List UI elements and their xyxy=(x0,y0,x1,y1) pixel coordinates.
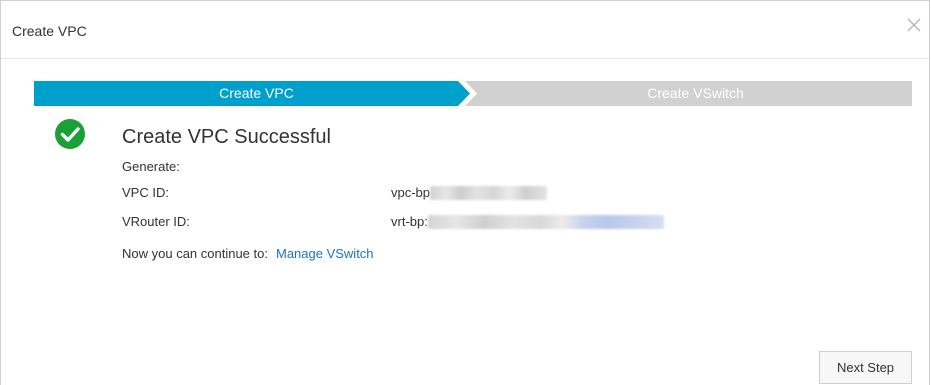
dialog-header: Create VPC xyxy=(1,1,929,59)
success-title: Create VPC Successful xyxy=(122,126,331,148)
continue-text: Now you can continue to: xyxy=(122,246,268,261)
manage-vswitch-link[interactable]: Manage VSwitch xyxy=(276,246,374,261)
vpc-id-prefix: vpc-bp xyxy=(391,185,431,200)
continue-row: Now you can continue to: Manage VSwitch xyxy=(122,246,374,261)
step-create-vpc: Create VPC xyxy=(219,85,294,101)
redacted-vpc-id xyxy=(430,185,548,200)
vrouter-id-label: VRouter ID: xyxy=(122,214,190,229)
vpc-id-value: vpc-bp xyxy=(391,185,548,201)
step-create-vswitch: Create VSwitch xyxy=(647,85,744,101)
generate-label: Generate: xyxy=(122,159,180,174)
step-progress-bar: Create VPC Create VSwitch xyxy=(34,81,912,106)
create-vpc-dialog: Create VPC Create VPC Create VSwitch Cre… xyxy=(0,0,930,385)
check-circle-icon xyxy=(54,118,86,150)
vrouter-id-value: vrt-bp: xyxy=(391,214,664,230)
redacted-vrouter-id xyxy=(427,214,664,229)
dialog-title: Create VPC xyxy=(12,23,87,39)
vrouter-id-prefix: vrt-bp: xyxy=(391,214,428,229)
next-step-button[interactable]: Next Step xyxy=(819,351,912,384)
close-icon[interactable] xyxy=(903,14,925,36)
vpc-id-label: VPC ID: xyxy=(122,185,169,200)
